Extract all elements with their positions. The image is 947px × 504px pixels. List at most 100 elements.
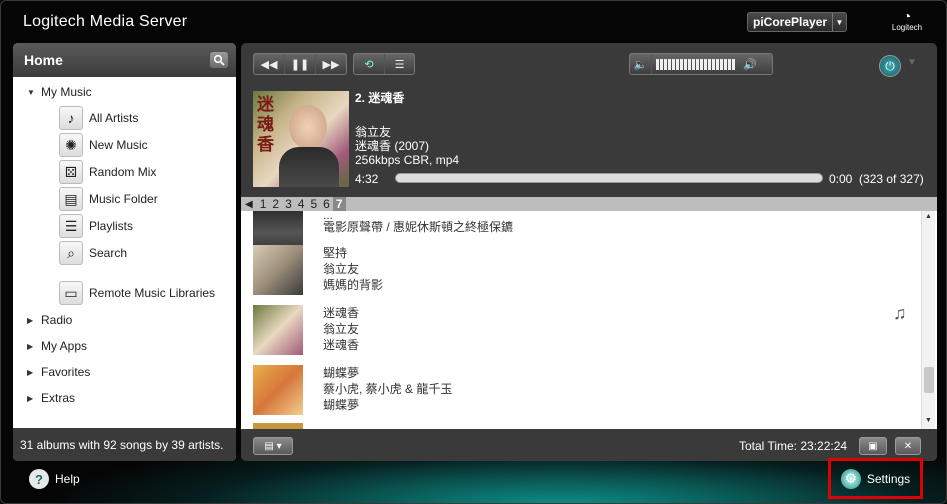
nav-item-label: Playlists	[89, 219, 134, 233]
now-playing-album[interactable]: 迷魂香 (2007)	[355, 139, 459, 153]
now-playing-format: 256kbps CBR, mp4	[355, 153, 460, 167]
volume-up-icon[interactable]: 🔊	[739, 54, 761, 74]
nav-favorites[interactable]: ▶ Favorites	[27, 365, 90, 379]
track-album: 迷魂香	[323, 338, 360, 352]
nav-section-label: Favorites	[41, 365, 91, 379]
new-music-icon: ✺	[59, 133, 83, 157]
page-link[interactable]: 1	[257, 197, 270, 211]
nav-item-all-artists[interactable]: ♪ All Artists	[59, 106, 138, 130]
nav-item-music-folder[interactable]: ▤ Music Folder	[59, 187, 158, 211]
playlist-view-button[interactable]: ▤ ▾	[253, 437, 293, 455]
now-playing-title[interactable]: 2. 迷魂香	[355, 91, 459, 105]
left-panel: Home ▼ My Music ♪ All Artists ✺ New Musi…	[13, 43, 236, 461]
nav-radio[interactable]: ▶ Radio	[27, 313, 72, 327]
track-artist: 翁立友	[323, 322, 360, 336]
search-button[interactable]	[210, 52, 228, 68]
nav-item-label: Random Mix	[89, 165, 157, 179]
settings-button[interactable]: ⚙ Settings	[828, 458, 923, 499]
volume-control[interactable]: 🔈 🔊	[629, 53, 773, 75]
track-title: 蝴蝶夢	[323, 366, 360, 380]
player-select[interactable]: piCorePlayer ▼	[747, 12, 847, 32]
playlist-item[interactable]: 蝴蝶夢 蔡小虎, 蔡小虎 & 龍千玉 蝴蝶夢	[253, 365, 452, 415]
playlist-scrollbar[interactable]: ▲ ▼	[921, 211, 935, 429]
clear-playlist-button[interactable]: ✕	[895, 437, 921, 455]
my-music-node[interactable]: ▼ My Music	[27, 85, 92, 99]
nav-item-remote-libraries[interactable]: ▭ Remote Music Libraries	[59, 281, 215, 305]
page-link[interactable]: 2	[269, 197, 282, 211]
nav-item-random-mix[interactable]: ⚄ Random Mix	[59, 160, 156, 184]
playlist-item[interactable]: 堅持 翁立友 媽媽的背影	[253, 245, 383, 295]
my-music-label: My Music	[41, 85, 92, 99]
playlist: ... 電影原聲帶 / 惠妮休斯頓之終極保鑣 堅持 翁立友 媽媽的背影 迷魂香 …	[241, 211, 937, 429]
left-panel-header: Home	[13, 43, 236, 77]
page-link[interactable]: 3	[282, 197, 295, 211]
nav-section-label: Radio	[41, 313, 73, 327]
album-thumbnail	[253, 305, 303, 355]
page-link[interactable]: 5	[307, 197, 320, 211]
track-duration: 4:32	[355, 172, 379, 186]
nav-item-playlists[interactable]: ☰ Playlists	[59, 214, 133, 238]
nav-item-label: Search	[89, 246, 128, 260]
collapsed-triangle-icon: ▶	[27, 367, 34, 377]
page-link[interactable]: 6	[320, 197, 333, 211]
gear-icon: ⚙	[840, 468, 861, 489]
artist-icon: ♪	[59, 106, 83, 130]
page-link-current[interactable]: 7	[332, 197, 346, 211]
nav-my-apps[interactable]: ▶ My Apps	[27, 339, 87, 353]
volume-down-icon[interactable]: 🔈	[630, 54, 652, 74]
track-title: ...	[323, 211, 334, 219]
fast-forward-button[interactable]: ▶▶	[316, 54, 346, 74]
save-icon: ▣	[868, 440, 878, 452]
scroll-thumb[interactable]	[924, 367, 934, 393]
now-playing-info: 2. 迷魂香 翁立友 迷魂香 (2007) 256kbps CBR, mp4	[355, 91, 459, 167]
search-icon	[213, 54, 225, 66]
nav-item-label: All Artists	[89, 111, 139, 125]
home-title[interactable]: Home	[24, 52, 63, 68]
expanded-triangle-icon: ▼	[27, 87, 35, 97]
nav-item-label: New Music	[89, 138, 148, 152]
nav-item-label: Music Folder	[89, 192, 158, 206]
power-button[interactable]: ⏻	[879, 55, 901, 77]
folder-icon: ▤	[59, 187, 83, 211]
now-playing-artist[interactable]: 翁立友	[355, 125, 459, 139]
scroll-up-icon[interactable]: ▲	[925, 213, 932, 220]
track-artist: 蔡小虎, 蔡小虎 & 龍千玉	[323, 382, 453, 396]
track-position: 0:00 (323 of 327)	[829, 172, 924, 186]
chevron-down-icon: ▼	[832, 13, 846, 31]
track-artist: 電影原聲帶 / 惠妮休斯頓之終極保鑣	[323, 220, 514, 234]
scroll-down-icon[interactable]: ▼	[925, 417, 932, 424]
playlist-icon: ☰	[59, 214, 83, 238]
save-playlist-button[interactable]: ▣	[859, 437, 887, 455]
library-stats: 31 albums with 92 songs by 39 artists.	[13, 428, 236, 461]
total-time: Total Time: 23:22:24	[739, 439, 848, 453]
help-icon: ?	[29, 469, 49, 489]
pager-prev-icon[interactable]: ◀	[241, 199, 257, 210]
elapsed-time: 0:00	[829, 172, 853, 186]
repeat-button[interactable]: ⟲	[354, 54, 385, 74]
progress-bar[interactable]	[395, 173, 823, 183]
laptop-icon: ▭	[59, 281, 83, 305]
collapse-arrow-icon[interactable]: ▼	[907, 57, 921, 75]
track-artist: 翁立友	[323, 262, 360, 276]
page-link[interactable]: 4	[295, 197, 308, 211]
rewind-button[interactable]: ◀◀	[254, 54, 285, 74]
chevron-down-icon: ▾	[276, 440, 282, 452]
nav-section-label: Extras	[41, 391, 76, 405]
album-thumbnail	[253, 365, 303, 415]
pause-button[interactable]: ❚❚	[285, 54, 316, 74]
shuffle-button[interactable]: ☰	[385, 54, 414, 74]
player-name: piCorePlayer	[753, 15, 828, 29]
playlist-pager: ◀ 1 2 3 4 5 6 7	[241, 197, 937, 211]
nav-item-new-music[interactable]: ✺ New Music	[59, 133, 148, 157]
collapsed-triangle-icon: ▶	[27, 315, 34, 325]
playlist-item[interactable]: 迷魂香 翁立友 迷魂香	[253, 305, 359, 355]
nav-item-search[interactable]: ⌕ Search	[59, 241, 127, 265]
playlist-position: (323 of 327)	[859, 172, 924, 186]
nav-extras[interactable]: ▶ Extras	[27, 391, 75, 405]
app-window: Logitech Media Server piCorePlayer ▼ ◔ L…	[0, 0, 947, 504]
track-title: 迷魂香	[323, 306, 360, 320]
volume-level-bars[interactable]	[656, 58, 735, 70]
magnifier-icon: ⌕	[59, 241, 83, 265]
mode-controls: ⟲ ☰	[353, 53, 415, 75]
help-link[interactable]: ? Help	[29, 469, 80, 489]
